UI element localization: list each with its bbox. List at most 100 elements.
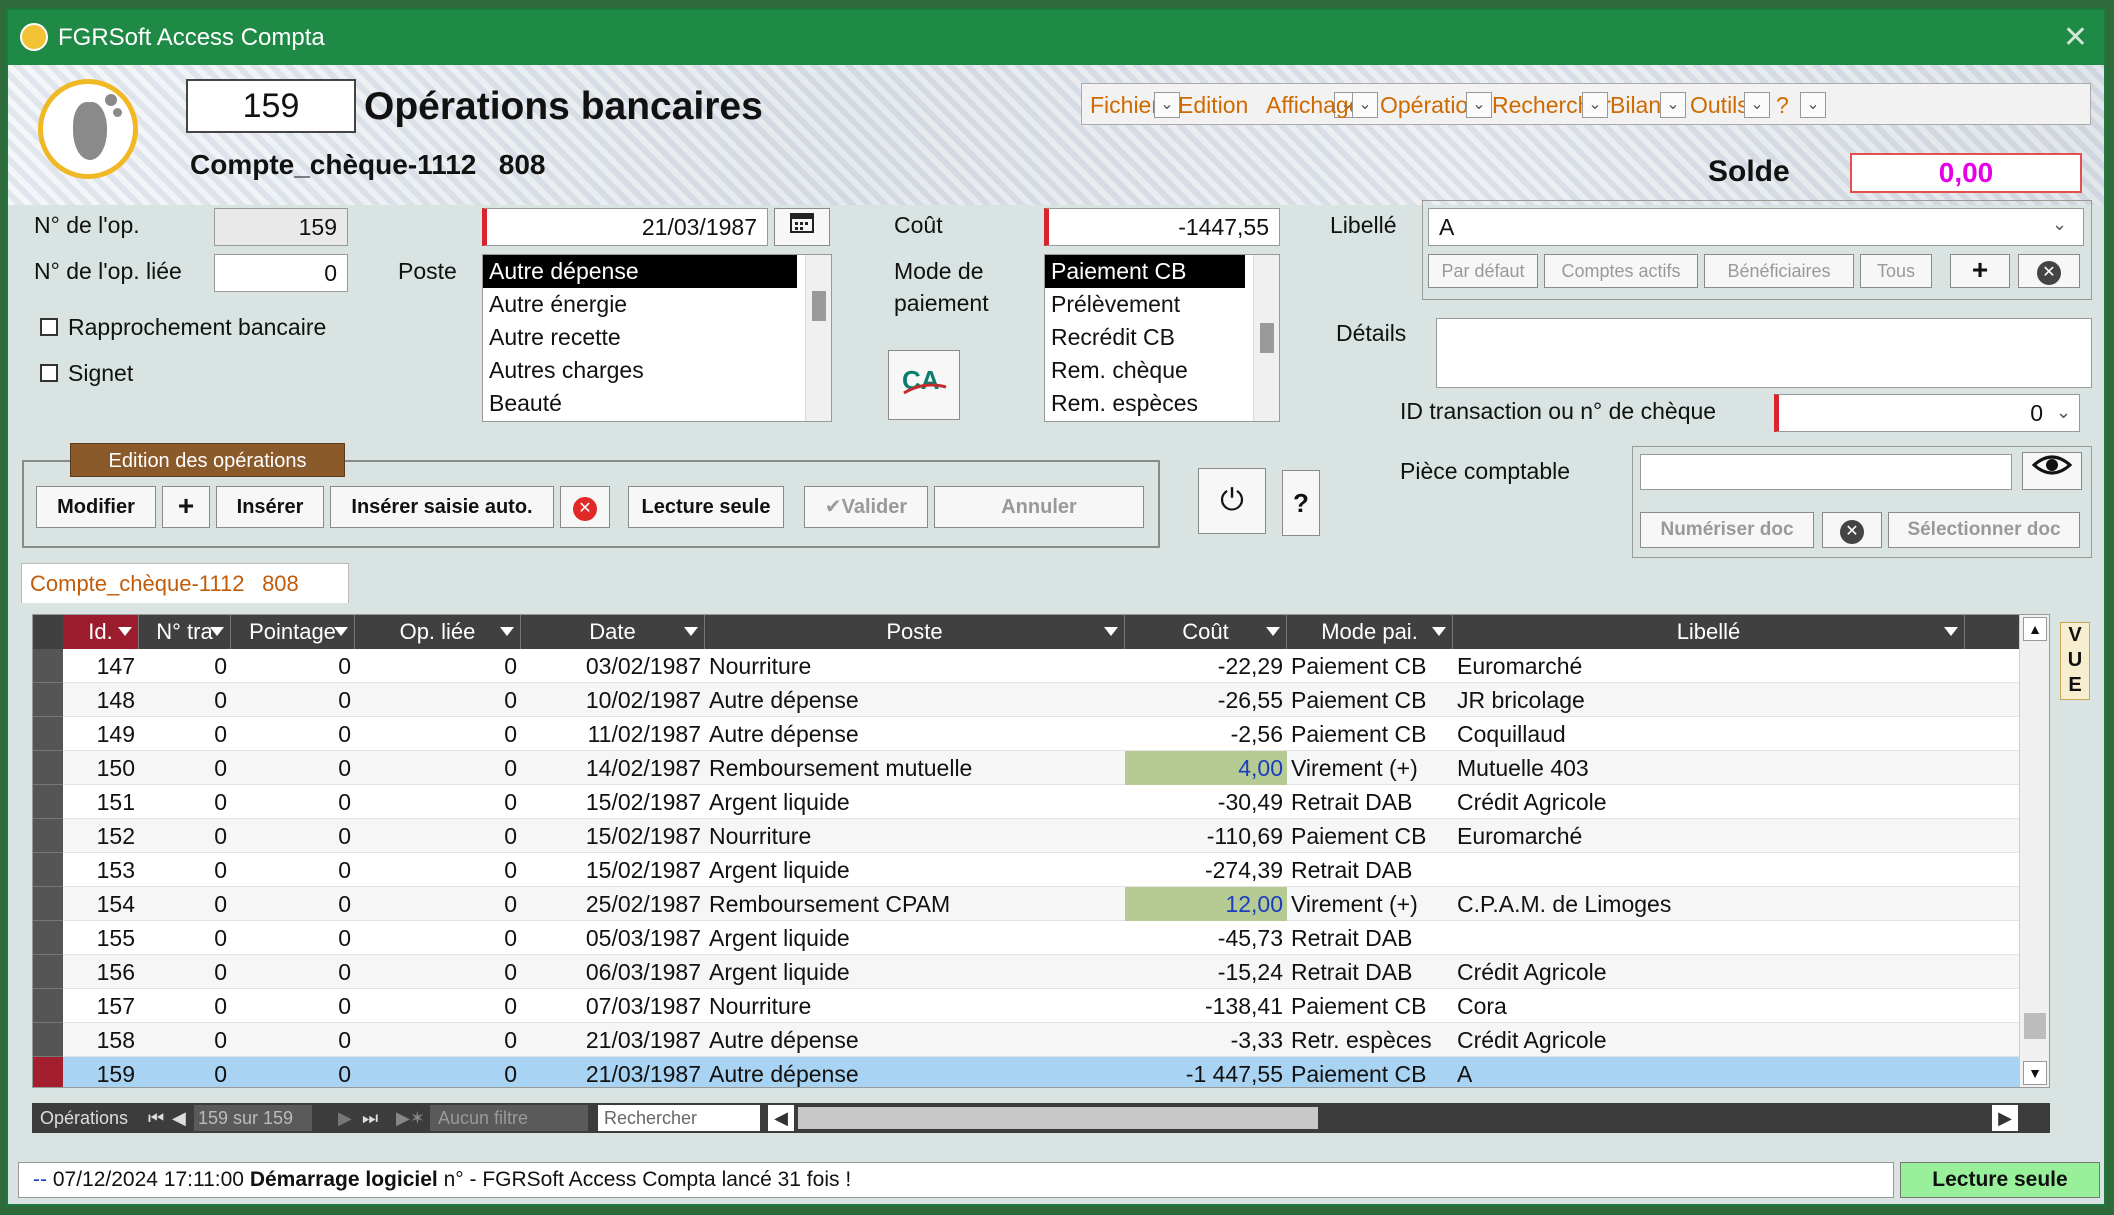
row-selector[interactable] — [33, 955, 63, 989]
sort-dropdown-icon[interactable] — [1944, 627, 1958, 636]
table-cell[interactable]: 0 — [231, 921, 355, 955]
libelle-default-button[interactable]: Par défaut — [1428, 254, 1538, 288]
piece-comptable-field[interactable] — [1640, 454, 2012, 490]
table-cell[interactable]: 157 — [63, 989, 139, 1023]
table-cell[interactable]: 05/03/1987 — [521, 921, 705, 955]
vue-panel-toggle[interactable]: V U E — [2060, 622, 2090, 700]
table-cell[interactable]: Argent liquide — [705, 785, 1125, 819]
table-cell[interactable]: 0 — [355, 887, 521, 921]
table-row[interactable]: 154 0 0 0 25/02/1987 Remboursement CPAM 12,00 V… — [33, 887, 2049, 921]
sort-dropdown-icon[interactable] — [684, 627, 698, 636]
table-cell[interactable]: Nourriture — [705, 819, 1125, 853]
list-item[interactable]: Prélèvement — [1045, 288, 1279, 321]
table-cell[interactable]: 03/02/1987 — [521, 649, 705, 683]
table-cell[interactable]: 0 — [231, 819, 355, 853]
sort-dropdown-icon[interactable] — [1266, 627, 1280, 636]
table-cell[interactable]: Retrait DAB — [1287, 785, 1453, 819]
transaction-id-field[interactable]: 0 — [1774, 394, 2080, 432]
menu-bilans[interactable]: Bilans ⌄ — [1610, 88, 1688, 122]
table-cell[interactable]: 0 — [139, 785, 231, 819]
view-doc-button[interactable] — [2022, 452, 2082, 490]
row-selector[interactable] — [33, 921, 63, 955]
table-cell[interactable]: Paiement CB — [1287, 683, 1453, 717]
table-cell[interactable]: 0 — [139, 1057, 231, 1087]
table-cell[interactable]: 14/02/1987 — [521, 751, 705, 785]
lecture-seule-button[interactable]: Lecture seule — [628, 486, 784, 528]
table-cell[interactable]: 0 — [231, 717, 355, 751]
table-cell[interactable]: 153 — [63, 853, 139, 887]
table-cell[interactable]: 0 — [355, 717, 521, 751]
close-icon[interactable]: ✕ — [2063, 20, 2088, 55]
table-cell[interactable]: 0 — [231, 785, 355, 819]
first-record-icon[interactable]: ⏮ — [148, 1103, 164, 1133]
record-position[interactable]: 159 sur 159 — [194, 1105, 312, 1131]
table-cell[interactable]: Crédit Agricole — [1453, 955, 1965, 989]
table-cell[interactable]: 11/02/1987 — [521, 717, 705, 751]
table-cell[interactable]: 0 — [355, 955, 521, 989]
scroll-right-icon[interactable]: ▶ — [1992, 1105, 2018, 1131]
table-cell[interactable]: -138,41 — [1125, 989, 1287, 1023]
search-input[interactable]: Rechercher — [598, 1105, 760, 1131]
list-item[interactable]: Autres charges — [483, 354, 831, 387]
annuler-button[interactable]: Annuler — [934, 486, 1144, 528]
table-cell[interactable]: Crédit Agricole — [1453, 1023, 1965, 1057]
table-cell[interactable]: Retrait DAB — [1287, 955, 1453, 989]
chevron-down-icon[interactable]: ⌄ — [1744, 92, 1770, 118]
rapprochement-checkbox[interactable] — [40, 318, 58, 336]
chevron-down-icon[interactable]: ⌄ — [2052, 214, 2067, 235]
clear-libelle-button[interactable]: ✕ — [2018, 254, 2080, 288]
table-cell[interactable]: 147 — [63, 649, 139, 683]
table-cell[interactable]: Autre dépense — [705, 683, 1125, 717]
chevron-down-icon[interactable]: ⌄ — [2056, 402, 2071, 423]
chevron-down-icon[interactable]: ⌄ — [1582, 92, 1608, 118]
mode-scrollbar[interactable] — [1253, 255, 1279, 421]
column-header[interactable]: Op. liée — [355, 615, 521, 649]
table-row[interactable]: 150 0 0 0 14/02/1987 Remboursement mutuelle 4,… — [33, 751, 2049, 785]
table-cell[interactable]: 21/03/1987 — [521, 1057, 705, 1087]
grid-scrollbar[interactable]: ▲ ▼ — [2019, 615, 2049, 1087]
column-header[interactable]: Mode pai. — [1287, 615, 1453, 649]
table-cell[interactable]: Cora — [1453, 989, 1965, 1023]
table-cell[interactable]: 0 — [231, 853, 355, 887]
table-cell[interactable]: Nourriture — [705, 649, 1125, 683]
mode-paiement-list[interactable]: Paiement CB Prélèvement Recrédit CB Rem.… — [1044, 254, 1280, 422]
column-header[interactable]: N° tra — [139, 615, 231, 649]
table-cell[interactable]: -22,29 — [1125, 649, 1287, 683]
sort-dropdown-icon[interactable] — [334, 627, 348, 636]
table-row[interactable]: 152 0 0 0 15/02/1987 Nourriture -110,69 Paiemen… — [33, 819, 2049, 853]
table-cell[interactable]: 0 — [139, 683, 231, 717]
table-cell[interactable]: Virement (+) — [1287, 751, 1453, 785]
sort-dropdown-icon[interactable] — [118, 627, 132, 636]
chevron-down-icon[interactable]: ⌄ — [1466, 92, 1492, 118]
table-cell[interactable]: 0 — [139, 887, 231, 921]
scrollbar-thumb[interactable] — [2024, 1013, 2046, 1039]
modifier-button[interactable]: Modifier — [36, 486, 156, 528]
chevron-down-icon[interactable]: ⌄ — [1352, 92, 1378, 118]
table-cell[interactable]: 4,00 — [1125, 751, 1287, 785]
list-item[interactable]: Autre dépense — [483, 255, 797, 288]
table-cell[interactable]: 0 — [231, 955, 355, 989]
chevron-down-icon[interactable]: ⌄ — [1154, 92, 1180, 118]
sort-dropdown-icon[interactable] — [210, 627, 224, 636]
menu-edition[interactable]: Edition ⌄ — [1178, 88, 1360, 122]
table-cell[interactable]: -1 447,55 — [1125, 1057, 1287, 1087]
prev-record-icon[interactable]: ◀ — [172, 1103, 186, 1133]
table-cell[interactable]: Retrait DAB — [1287, 921, 1453, 955]
column-header[interactable]: Date — [521, 615, 705, 649]
inserer-auto-button[interactable]: Insérer saisie auto. — [330, 486, 554, 528]
table-cell[interactable]: 0 — [231, 751, 355, 785]
table-cell[interactable]: C.P.A.M. de Limoges — [1453, 887, 1965, 921]
libelle-tous-button[interactable]: Tous — [1860, 254, 1932, 288]
table-cell[interactable]: -26,55 — [1125, 683, 1287, 717]
table-row[interactable]: 148 0 0 0 10/02/1987 Autre dépense -26,55 Paiem… — [33, 683, 2049, 717]
table-row[interactable]: 157 0 0 0 07/03/1987 Nourriture -138,41 Paiemen… — [33, 989, 2049, 1023]
table-row[interactable]: 156 0 0 0 06/03/1987 Argent liquide -15,24 Retr… — [33, 955, 2049, 989]
list-item[interactable]: Autre énergie — [483, 288, 831, 321]
table-cell[interactable]: 0 — [231, 1023, 355, 1057]
table-cell[interactable]: 0 — [139, 955, 231, 989]
table-cell[interactable]: 0 — [355, 649, 521, 683]
table-cell[interactable]: 0 — [231, 683, 355, 717]
table-cell[interactable]: Paiement CB — [1287, 819, 1453, 853]
table-cell[interactable]: 0 — [139, 1023, 231, 1057]
table-cell[interactable]: 0 — [355, 683, 521, 717]
